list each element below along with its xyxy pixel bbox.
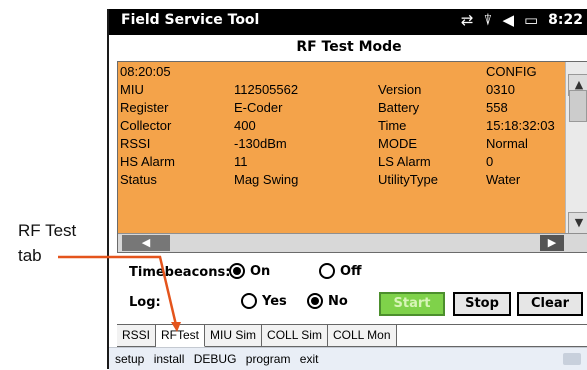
grid-row: 08:20:05 CONFIG (118, 64, 564, 82)
grid-cell: 112505562 (234, 82, 299, 97)
grid-row: Register E-Coder Battery 558 (118, 100, 564, 118)
grid-cell: 0310 (486, 82, 515, 97)
log-label: Log: (129, 295, 161, 310)
volume-icon: ◀ (502, 11, 514, 29)
clock: 8:22 (548, 12, 583, 28)
grid-row: MIU 112505562 Version 0310 (118, 82, 564, 100)
battery-icon: ▭ (523, 11, 539, 29)
timebeacons-off-label: Off (340, 263, 362, 279)
grid-row: Status Mag Swing UtilityType Water (118, 172, 564, 190)
grid-cell: Collector (120, 118, 172, 133)
signal-off-icon: ⍒ (483, 11, 493, 29)
grid-cell: 400 (234, 118, 256, 133)
grid-cell: MIU (120, 82, 144, 97)
grid-cell: RSSI (120, 136, 151, 151)
grid-cell: HS Alarm (120, 154, 175, 169)
grid-cell: MODE (378, 136, 417, 151)
log-yes-label: Yes (262, 293, 287, 309)
scroll-down-icon[interactable]: ▼ (568, 212, 587, 234)
grid-cell: 08:20:05 (120, 64, 171, 79)
tab-strip-filler (396, 325, 587, 347)
scroll-right-icon[interactable]: ▶ (540, 235, 564, 251)
scroll-left-icon[interactable]: ◀ (122, 235, 170, 251)
grid-cell: Normal (486, 136, 528, 151)
radio-selected-icon (229, 263, 245, 279)
callout-label: RF Test tab (18, 218, 76, 268)
radio-unselected-icon (241, 293, 257, 309)
stop-button[interactable]: Stop (453, 292, 511, 316)
log-no-label: No (328, 293, 348, 309)
horizontal-scrollbar[interactable]: ◀ ▶ (118, 233, 587, 252)
grid-cell: LS Alarm (378, 154, 431, 169)
tab-strip: RSSI RFTest MIU Sim COLL Sim COLL Mon (117, 324, 587, 347)
menu-item-install[interactable]: install (154, 352, 185, 366)
menu-item-debug[interactable]: DEBUG (194, 352, 237, 366)
clear-button[interactable]: Clear (517, 292, 583, 316)
grid-cell: Version (378, 82, 422, 97)
device-screen: Field Service Tool ⇄ ⍒ ◀ ▭ 8:22 RF Test … (107, 9, 587, 370)
tab-rssi[interactable]: RSSI (117, 325, 157, 347)
grid-cell: Water (486, 172, 521, 187)
radio-selected-icon (307, 293, 323, 309)
grid-cell: Mag Swing (234, 172, 299, 187)
data-grid[interactable]: 08:20:05 CONFIG MIU 112505562 Version 0310 Reg… (117, 61, 587, 253)
timebeacons-on-radio[interactable]: On (229, 263, 270, 279)
callout-line-1: RF Test (18, 221, 77, 240)
app-title: Field Service Tool (121, 12, 260, 28)
callout-line-2: tab (18, 246, 42, 265)
grid-cell: 11 (234, 154, 248, 169)
log-yes-radio[interactable]: Yes (241, 293, 287, 309)
grid-cell: UtilityType (378, 172, 438, 187)
grid-cell: -130dBm (234, 136, 287, 151)
menu-bar: setup install DEBUG program exit (109, 347, 587, 370)
grid-cell: CONFIG (486, 64, 537, 79)
timebeacons-on-label: On (250, 263, 271, 279)
start-button[interactable]: Start (379, 292, 445, 316)
timebeacons-off-radio[interactable]: Off (319, 263, 362, 279)
grid-cell: Register (120, 100, 169, 115)
vertical-scrollbar[interactable]: ▲ ▼ (565, 62, 587, 234)
grid-row: Collector 400 Time 15:18:32:03 (118, 118, 564, 136)
grid-cell: 15:18:32:03 (486, 118, 555, 133)
title-bar: Field Service Tool ⇄ ⍒ ◀ ▭ 8:22 (109, 9, 587, 35)
scroll-thumb[interactable] (569, 90, 587, 122)
grid-cell: Status (120, 172, 157, 187)
grid-row: HS Alarm 11 LS Alarm 0 (118, 154, 564, 172)
grid-cell: 0 (486, 154, 494, 169)
grid-row: RSSI -130dBm MODE Normal (118, 136, 564, 154)
menu-item-program[interactable]: program (246, 352, 291, 366)
connectivity-icon: ⇄ (460, 11, 474, 29)
tab-miu-sim[interactable]: MIU Sim (205, 325, 263, 347)
log-no-radio[interactable]: No (307, 293, 348, 309)
menu-item-setup[interactable]: setup (115, 352, 144, 366)
grid-cell: 558 (486, 100, 508, 115)
status-icons: ⇄ ⍒ ◀ ▭ 8:22 (461, 11, 583, 29)
tab-rftest[interactable]: RFTest (156, 325, 206, 347)
tab-coll-sim[interactable]: COLL Sim (262, 325, 328, 347)
tab-coll-mon[interactable]: COLL Mon (327, 325, 397, 347)
grid-cell: Time (378, 118, 407, 133)
timebeacons-label: Timebeacons: (129, 265, 231, 280)
keyboard-icon[interactable] (563, 353, 581, 365)
radio-unselected-icon (319, 263, 335, 279)
grid-cell: E-Coder (234, 100, 283, 115)
menu-item-exit[interactable]: exit (300, 352, 319, 366)
grid-cell: Battery (378, 100, 420, 115)
screen-title: RF Test Mode (296, 39, 402, 55)
